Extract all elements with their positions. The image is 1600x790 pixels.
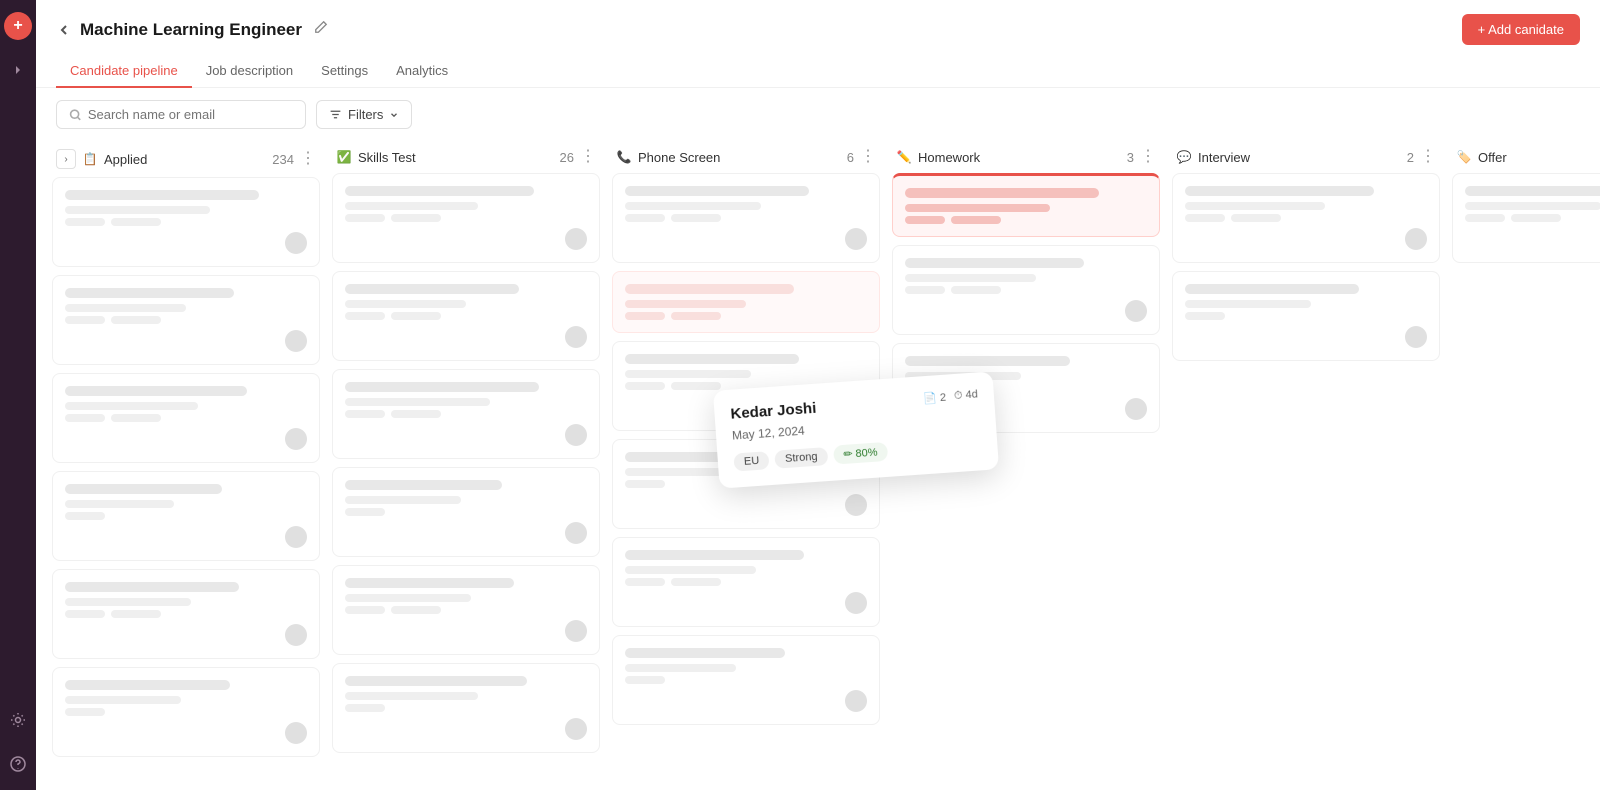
page-title: Machine Learning Engineer [80,20,302,40]
col-menu-interview[interactable]: ⋮ [1420,149,1436,165]
card[interactable] [332,565,600,655]
card[interactable] [612,635,880,725]
filter-button[interactable]: Filters [316,100,412,129]
edit-icon[interactable] [314,20,328,39]
settings-icon[interactable] [4,706,32,734]
card[interactable] [1172,173,1440,263]
card[interactable] [52,471,320,561]
help-icon[interactable] [4,750,32,778]
search-icon [69,108,82,122]
add-candidate-button[interactable]: + Add canidate [1462,14,1580,45]
column-applied: › 📋 Applied 234 ⋮ [46,141,326,770]
col-title-offer: Offer [1478,150,1600,165]
tab-candidate-pipeline[interactable]: Candidate pipeline [56,55,192,88]
candidate-tooltip: Kedar Joshi May 12, 2024 📄 2 ⏱ 4d EU Str… [713,371,999,488]
card[interactable] [332,173,600,263]
icon-homework: ✏️ [896,149,912,165]
main-content: Machine Learning Engineer + Add canidate… [36,0,1600,790]
cards-interview [1172,173,1440,361]
col-count-homework: 3 [1127,150,1134,165]
card[interactable] [52,373,320,463]
kanban-board: › 📋 Applied 234 ⋮ [36,141,1600,790]
chevron-down-icon [389,110,399,120]
icon-interview: 💬 [1176,149,1192,165]
tooltip-date: May 12, 2024 [732,423,819,443]
back-button[interactable] [56,22,72,38]
icon-applied: 📋 [82,151,98,167]
col-title-homework: Homework [918,150,1121,165]
cards-applied [52,177,320,757]
filter-icon [329,108,342,121]
cards-offer [1452,173,1600,263]
col-menu-homework[interactable]: ⋮ [1140,149,1156,165]
card[interactable] [332,369,600,459]
icon-phone: 📞 [616,149,632,165]
sidebar: + [0,0,36,790]
card[interactable] [52,667,320,757]
col-title-applied: Applied [104,152,266,167]
sidebar-logo[interactable]: + [4,12,32,40]
tooltip-days: 4d [965,388,978,401]
card[interactable] [332,271,600,361]
card[interactable] [1452,173,1600,263]
col-title-phone: Phone Screen [638,150,841,165]
search-box[interactable] [56,100,306,129]
column-skills: ✅ Skills Test 26 ⋮ [326,141,606,770]
tab-analytics[interactable]: Analytics [382,55,462,88]
filter-label: Filters [348,107,383,122]
col-menu-applied[interactable]: ⋮ [300,151,316,167]
tooltip-name: Kedar Joshi [730,400,817,423]
column-offer: 🏷️ Offer ⋮ [1446,141,1600,770]
collapse-button-applied[interactable]: › [56,149,76,169]
icon-skills: ✅ [336,149,352,165]
col-count-applied: 234 [272,152,294,167]
search-input[interactable] [88,107,293,122]
col-menu-skills[interactable]: ⋮ [580,149,596,165]
card[interactable] [52,569,320,659]
card[interactable] [612,173,880,263]
card-highlighted-phone[interactable] [612,271,880,333]
header: Machine Learning Engineer + Add canidate… [36,0,1600,88]
card[interactable] [332,663,600,753]
tooltip-tag-eu: EU [733,451,769,471]
col-menu-phone[interactable]: ⋮ [860,149,876,165]
col-count-phone: 6 [847,150,854,165]
card[interactable] [1172,271,1440,361]
tooltip-files: 2 [940,392,947,404]
expand-icon[interactable] [4,56,32,84]
card-highlighted[interactable] [892,173,1160,237]
tooltip-meta: 📄 2 ⏱ 4d [923,388,979,405]
cards-skills [332,173,600,753]
column-interview: 💬 Interview 2 ⋮ [1166,141,1446,770]
tooltip-score: ✏ 80% [833,442,888,465]
col-title-skills: Skills Test [358,150,554,165]
tab-bar: Candidate pipeline Job description Setti… [56,55,1580,87]
card[interactable] [332,467,600,557]
card[interactable] [52,177,320,267]
tooltip-tag-strong: Strong [774,447,828,469]
icon-offer: 🏷️ [1456,149,1472,165]
toolbar: Filters [36,88,1600,141]
col-title-interview: Interview [1198,150,1401,165]
tab-settings[interactable]: Settings [307,55,382,88]
col-count-interview: 2 [1407,150,1414,165]
card[interactable] [612,537,880,627]
tab-job-description[interactable]: Job description [192,55,307,88]
card[interactable] [52,275,320,365]
col-count-skills: 26 [560,150,574,165]
card[interactable] [892,245,1160,335]
